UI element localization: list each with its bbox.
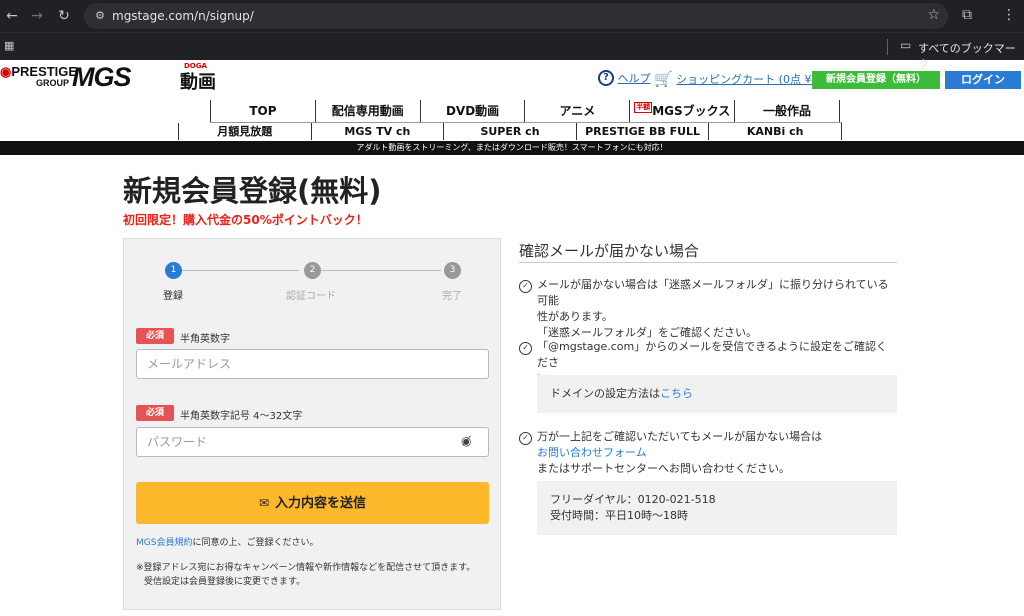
folder-icon[interactable]: ▭ [900, 38, 911, 52]
register-button[interactable]: 新規会員登録（無料） [812, 71, 940, 89]
subnav-super[interactable]: SUPER ch [443, 123, 576, 140]
step-connector [321, 270, 441, 271]
logo-douga: 動画 [180, 72, 216, 93]
required-badge: 必須 [136, 405, 174, 421]
main-nav: TOP 配信専用動画 DVD動画 アニメ 半額 MGSブックス 一般作品 [210, 100, 840, 122]
logo-mgs[interactable]: MGS [72, 62, 132, 93]
check-circle-icon: ✓ [519, 280, 532, 293]
subnav-kanbi[interactable]: KANBi ch [708, 123, 842, 140]
reload-icon[interactable]: ↻ [54, 6, 74, 26]
page-subtitle: 初回限定！購入代金の50%ポイントバック！ [123, 213, 368, 227]
subnav-prestige-bb[interactable]: PRESTIGE BB FULL [575, 123, 709, 140]
contact-info: 万が一上記をご確認いただいてもメールが届かない場合は お問い合わせフォーム また… [537, 429, 897, 477]
address-bar[interactable]: ⚙ mgstage.com/n/signup/ ☆ [84, 3, 948, 29]
spam-folder-info: メールが届かない場合は「迷惑メールフォルダ」に振り分けられている可能 性がありま… [537, 278, 889, 339]
check-circle-icon: ✓ [519, 432, 532, 445]
check-circle-icon: ✓ [519, 342, 532, 355]
nav-anime[interactable]: アニメ [524, 100, 629, 122]
step-1-dot: 1 [165, 262, 182, 279]
menu-icon[interactable]: ⋮ [1002, 7, 1016, 23]
extensions-icon[interactable]: ⧉ [962, 7, 972, 23]
login-button[interactable]: ログイン [945, 71, 1021, 89]
sub-nav: 月額見放題 MGS TV ch SUPER ch PRESTIGE BB FUL… [178, 123, 842, 140]
email-hint: 半角英数字 [180, 334, 230, 345]
domain-settings-box: ドメインの設定方法はこちら [537, 375, 897, 413]
bookmarks-divider [887, 39, 888, 55]
step-3-label: 完了 [442, 291, 462, 302]
submit-button[interactable]: ✉ 入力内容を送信 [136, 482, 489, 524]
terms-agreement: MGS会員規約に同意の上、ご登録ください。 [136, 538, 319, 548]
step-1-label: 登録 [163, 291, 183, 302]
site-content: ◉PRESTIGE GROUP MGS DOGA 動画 ? ヘルプ 🛒 ショッピ… [0, 60, 1024, 616]
subnav-mgs-tv[interactable]: MGS TV ch [310, 123, 444, 140]
promo-banner: アダルト動画をストリーミング、またはダウンロード販売！スマートフォンにも対応！ [0, 141, 1024, 155]
help-icon: ? [598, 70, 614, 86]
terms-link[interactable]: MGS会員規約 [136, 538, 192, 548]
bookmark-star-icon[interactable]: ☆ [927, 7, 940, 23]
step-2-dot: 2 [304, 262, 321, 279]
help-link[interactable]: ? ヘルプ [598, 70, 651, 86]
site-info-icon[interactable]: ⚙ [92, 8, 108, 24]
required-badge: 必須 [136, 328, 174, 344]
logo-prestige[interactable]: ◉PRESTIGE [0, 65, 77, 78]
bookmarks-bar: ▦ ▭ すべてのブックマーク [0, 32, 1024, 71]
browser-toolbar: ← → ↻ ⚙ mgstage.com/n/signup/ ☆ ⧉ ⋮ [0, 0, 1024, 32]
freedial-number: フリーダイヤル：0120-021-518 [550, 493, 716, 506]
forward-icon[interactable]: → [27, 6, 47, 26]
cart-icon: 🛒 [654, 70, 673, 88]
nav-general[interactable]: 一般作品 [734, 100, 840, 122]
side-title: 確認メールが届かない場合 [519, 242, 700, 260]
cart-link[interactable]: 🛒 ショッピングカート (0点 ¥0) [654, 70, 823, 88]
domain-settings-link[interactable]: こちら [660, 387, 693, 400]
apps-grid-icon[interactable]: ▦ [4, 39, 16, 52]
eye-slash-icon[interactable]: ◉̸ [461, 434, 479, 448]
logo-group: GROUP [36, 78, 70, 88]
side-divider [519, 262, 897, 263]
subnav-monthly[interactable]: 月額見放題 [178, 123, 311, 140]
back-icon[interactable]: ← [2, 6, 22, 26]
nav-dvd[interactable]: DVD動画 [419, 100, 525, 122]
step-connector [181, 270, 299, 271]
step-3-dot: 3 [444, 262, 461, 279]
contact-form-link[interactable]: お問い合わせフォーム [537, 445, 897, 461]
page-title: 新規会員登録(無料) [123, 174, 382, 208]
nav-top[interactable]: TOP [210, 100, 315, 122]
mail-notice: ※登録アドレス宛にお得なキャンペーン情報や新作情報などを配信させて頂きます。 受… [136, 563, 476, 587]
support-box: フリーダイヤル：0120-021-518 受付時間：平日10時～18時 [537, 481, 897, 535]
signup-form: 1 2 3 登録 認証コード 完了 必須 半角英数字 メールアドレス 必須 半角… [123, 238, 501, 610]
mail-icon: ✉ [258, 496, 270, 510]
support-hours: 受付時間：平日10時～18時 [550, 509, 688, 522]
step-2-label: 認証コード [286, 291, 336, 302]
half-price-tag: 半額 [634, 102, 653, 113]
nav-streaming[interactable]: 配信専用動画 [314, 100, 420, 122]
nav-books[interactable]: 半額 MGSブックス [629, 100, 734, 122]
password-hint: 半角英数字記号 4～32文字 [180, 411, 303, 422]
email-input[interactable]: メールアドレス [136, 349, 489, 379]
password-input[interactable]: パスワード [136, 427, 489, 457]
url-text: mgstage.com/n/signup/ [112, 9, 254, 23]
